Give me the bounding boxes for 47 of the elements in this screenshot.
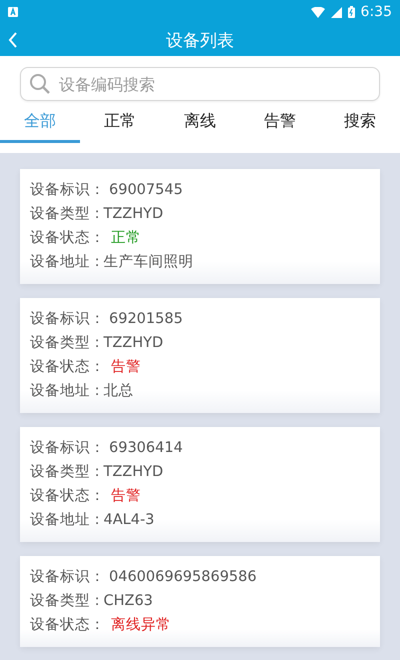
status-value: 告警 <box>111 358 141 377</box>
back-icon[interactable] <box>8 31 18 49</box>
search-field[interactable]: 设备编码搜索 <box>20 67 380 101</box>
field-value: 69201585 <box>109 310 183 329</box>
field-value: CHZ63 <box>104 592 153 611</box>
field-value: 0460069695869586 <box>109 568 257 587</box>
field-value: TZZHYD <box>104 205 164 224</box>
field-label: 设备状态： <box>30 229 105 248</box>
field-label: 设备状态： <box>30 487 105 506</box>
field-label: 设备类型 : <box>30 592 100 611</box>
notification-icon <box>8 7 18 17</box>
search-icon <box>29 73 51 95</box>
field-label: 设备状态： <box>30 358 105 377</box>
device-card[interactable]: 设备标识： 69007545 设备类型 : TZZHYD 设备状态： 正常 设备地址 : 生产车间照明 <box>20 169 380 284</box>
signal-icon <box>330 6 342 18</box>
field-label: 设备类型 : <box>30 463 100 482</box>
battery-icon <box>348 6 355 18</box>
field-value: 4AL4-3 <box>104 511 154 530</box>
wifi-icon <box>310 6 325 18</box>
filter-tab[interactable]: 搜索 <box>320 107 400 143</box>
field-label: 设备类型 : <box>30 205 100 224</box>
device-card[interactable]: 设备标识： 0460069695869586 设备类型 : CHZ63 设备状态： 离线异常 <box>20 556 380 647</box>
page-title: 设备列表 <box>166 30 234 52</box>
field-value: 69306414 <box>109 439 183 458</box>
status-value: 离线异常 <box>111 616 171 635</box>
field-label: 设备状态： <box>30 616 105 635</box>
field-label: 设备地址 : <box>30 382 100 401</box>
field-label: 设备标识： <box>30 568 105 587</box>
device-card[interactable]: 设备标识： 69201585 设备类型 : TZZHYD 设备状态： 告警 设备地址 : 北总 <box>20 298 380 413</box>
field-label: 设备类型 : <box>30 334 100 353</box>
device-card[interactable]: 设备标识： 69306414 设备类型 : TZZHYD 设备状态： 告警 设备地址 : 4AL4-3 <box>20 427 380 542</box>
field-value: TZZHYD <box>104 334 164 353</box>
status-time: 6:35 <box>360 4 392 20</box>
filter-tab[interactable]: 离线 <box>160 107 240 143</box>
status-value: 告警 <box>111 487 141 506</box>
field-value: 北总 <box>104 382 134 401</box>
field-value: 生产车间照明 <box>104 253 194 272</box>
field-label: 设备标识： <box>30 181 105 200</box>
field-label: 设备地址 : <box>30 253 100 272</box>
field-label: 设备地址 : <box>30 511 100 530</box>
field-value: TZZHYD <box>104 463 164 482</box>
status-value: 正常 <box>111 229 141 248</box>
field-label: 设备标识： <box>30 310 105 329</box>
field-value: 69007545 <box>109 181 183 200</box>
filter-tab[interactable]: 正常 <box>80 107 160 143</box>
field-label: 设备标识： <box>30 439 105 458</box>
filter-tab[interactable]: 告警 <box>240 107 320 143</box>
